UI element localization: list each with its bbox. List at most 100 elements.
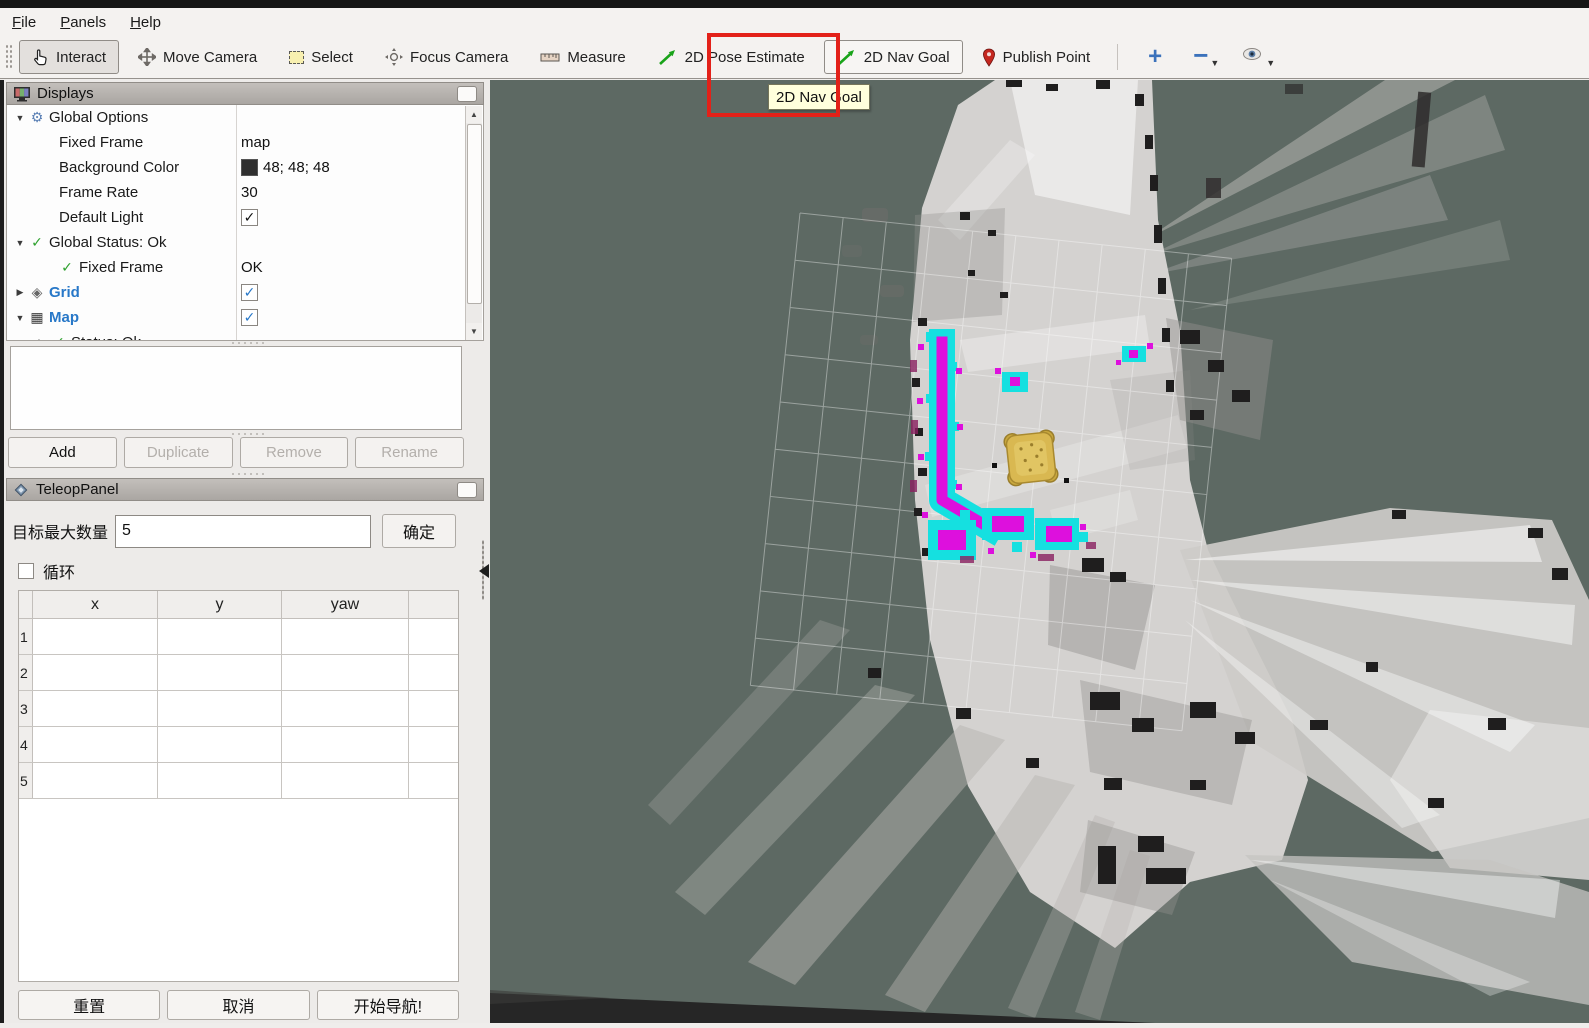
duplicate-button[interactable]: Duplicate <box>124 437 233 468</box>
table-corner-cell <box>19 591 33 618</box>
cell-y-5[interactable] <box>158 763 282 798</box>
left-panel: Displays ▼ ⚙ Global Options Fixed Frame … <box>4 80 490 1023</box>
cell-y-3[interactable] <box>158 691 282 726</box>
tool-move-camera[interactable]: Move Camera <box>125 40 270 74</box>
tree-row-frame-rate[interactable]: Frame Rate 30 <box>7 180 483 205</box>
tool-label: Interact <box>56 49 106 66</box>
visibility-button[interactable]: ▼ <box>1242 46 1275 68</box>
cell-yaw-4[interactable] <box>282 727 409 762</box>
start-navigation-button[interactable]: 开始导航! <box>317 990 459 1020</box>
zoom-in-button[interactable]: + <box>1148 47 1162 67</box>
cell-yaw-5[interactable] <box>282 763 409 798</box>
toolbar-grip[interactable] <box>5 44 13 70</box>
add-button[interactable]: Add <box>8 437 117 468</box>
cell-yaw-1[interactable] <box>282 619 409 654</box>
displays-tree: ▼ ⚙ Global Options Fixed Frame map Backg… <box>6 105 484 341</box>
green-arrow-icon <box>658 48 678 66</box>
menu-help[interactable]: Help <box>118 11 173 34</box>
cell-x-2[interactable] <box>33 655 158 690</box>
goal-count-row: 目标最大数量 确定 <box>12 514 482 548</box>
window-title-strip <box>0 0 1589 8</box>
tree-row-grid[interactable]: ▶ ◈ Grid ✓ <box>7 280 483 305</box>
splitter-handle[interactable] <box>230 341 264 345</box>
background-color-value[interactable]: 48; 48; 48 <box>236 155 483 180</box>
minus-icon: − <box>1193 46 1208 64</box>
cell-x-1[interactable] <box>33 619 158 654</box>
expander-right-icon[interactable]: ▶ <box>13 287 27 298</box>
rename-button[interactable]: Rename <box>355 437 464 468</box>
cell-y-2[interactable] <box>158 655 282 690</box>
tree-row-background-color[interactable]: Background Color 48; 48; 48 <box>7 155 483 180</box>
column-header-y[interactable]: y <box>158 591 282 618</box>
menu-panels[interactable]: Panels <box>48 11 118 34</box>
tool-label: Select <box>311 49 353 66</box>
tool-label: Move Camera <box>163 49 257 66</box>
cell-x-3[interactable] <box>33 691 158 726</box>
chevron-down-icon: ▼ <box>1266 58 1275 68</box>
splitter-handle[interactable] <box>230 432 264 436</box>
tree-row-map-status[interactable]: ▶ ✓ Status: Ok <box>7 330 483 341</box>
tree-row-global-options[interactable]: ▼ ⚙ Global Options <box>7 105 483 130</box>
panel-splitter[interactable] <box>476 540 490 600</box>
tool-focus-camera[interactable]: Focus Camera <box>372 40 521 74</box>
cell-x-5[interactable] <box>33 763 158 798</box>
confirm-button[interactable]: 确定 <box>382 514 456 548</box>
checkbox-checked[interactable]: ✓ <box>241 209 258 226</box>
tool-2d-nav-goal[interactable]: 2D Nav Goal <box>824 40 963 74</box>
column-header-yaw[interactable]: yaw <box>282 591 409 618</box>
gear-icon: ⚙ <box>27 109 47 126</box>
tree-row-default-light[interactable]: Default Light ✓ <box>7 205 483 230</box>
tool-publish-point[interactable]: Publish Point <box>969 40 1104 75</box>
collapse-left-icon[interactable] <box>479 564 489 578</box>
tool-measure[interactable]: Measure <box>527 41 638 74</box>
expander-down-icon[interactable]: ▼ <box>13 313 27 323</box>
cell-y-1[interactable] <box>158 619 282 654</box>
status-ok-icon: ✓ <box>57 259 77 276</box>
frame-rate-value[interactable]: 30 <box>236 180 483 205</box>
loop-row: 循环 <box>18 559 75 583</box>
map-render <box>490 80 1589 1023</box>
tree-row-map[interactable]: ▼ ▦ Map ✓ <box>7 305 483 330</box>
expander-right-icon[interactable]: ▶ <box>35 337 49 341</box>
menu-file[interactable]: File <box>0 11 48 34</box>
cell-x-4[interactable] <box>33 727 158 762</box>
color-swatch <box>241 159 258 176</box>
expander-down-icon[interactable]: ▼ <box>13 113 27 123</box>
cell-y-4[interactable] <box>158 727 282 762</box>
teleop-footer-buttons: 重置 取消 开始导航! <box>18 990 459 1020</box>
displays-panel-header[interactable]: Displays <box>6 82 484 105</box>
column-header-x[interactable]: x <box>33 591 158 618</box>
fixed-frame-value[interactable]: map <box>236 130 483 155</box>
teleop-panel-header[interactable]: TeleopPanel <box>6 478 484 501</box>
table-row: 3 <box>19 691 458 727</box>
status-ok-icon: ✓ <box>49 334 69 341</box>
panel-float-button[interactable] <box>457 86 477 102</box>
scroll-down-icon[interactable]: ▼ <box>466 323 482 340</box>
cell-yaw-2[interactable] <box>282 655 409 690</box>
scroll-up-icon[interactable]: ▲ <box>466 106 482 123</box>
panel-float-button[interactable] <box>457 482 477 498</box>
tree-scrollbar[interactable]: ▲ ▼ <box>465 106 482 340</box>
reset-button[interactable]: 重置 <box>18 990 160 1020</box>
scrollbar-thumb[interactable] <box>467 124 482 304</box>
remove-button[interactable]: Remove <box>240 437 349 468</box>
tool-select[interactable]: Select <box>276 41 366 74</box>
loop-checkbox[interactable] <box>18 563 34 579</box>
tool-interact[interactable]: Interact <box>19 40 119 74</box>
zoom-out-button[interactable]: − ▼ <box>1193 46 1219 68</box>
cancel-button[interactable]: 取消 <box>167 990 309 1020</box>
goal-count-input[interactable] <box>115 515 371 548</box>
checkbox-checked[interactable]: ✓ <box>241 309 258 326</box>
cell-yaw-3[interactable] <box>282 691 409 726</box>
checkbox-checked[interactable]: ✓ <box>241 284 258 301</box>
tree-row-global-status[interactable]: ▼ ✓ Global Status: Ok <box>7 230 483 255</box>
grid-display-icon: ◈ <box>27 284 47 301</box>
3d-viewport[interactable] <box>490 80 1589 1023</box>
splitter-handle[interactable] <box>230 472 264 476</box>
monitor-icon <box>13 86 31 102</box>
expander-down-icon[interactable]: ▼ <box>13 238 27 248</box>
table-row: 1 <box>19 619 458 655</box>
ruler-icon <box>540 51 560 63</box>
tree-row-fixed-frame[interactable]: Fixed Frame map <box>7 130 483 155</box>
tree-row-fixed-frame-status[interactable]: ✓ Fixed Frame OK <box>7 255 483 280</box>
